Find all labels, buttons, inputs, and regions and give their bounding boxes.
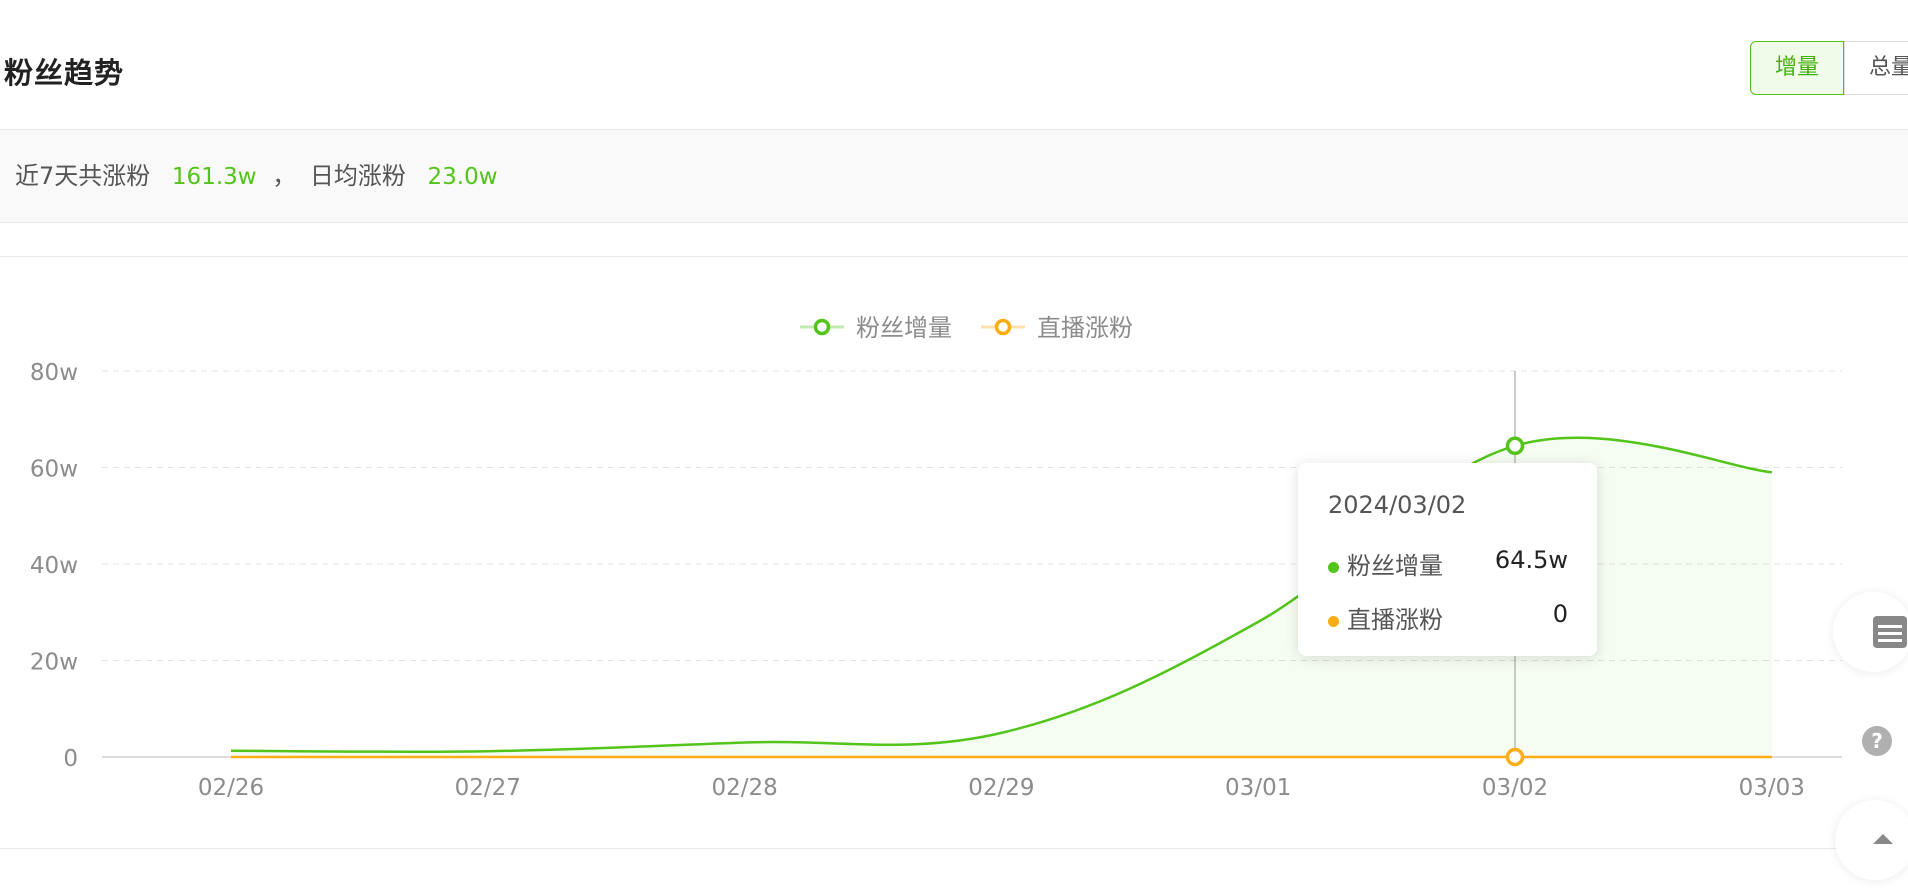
tooltip-live-value: 0 <box>1552 600 1568 628</box>
tooltip-row-fans: 粉丝增量 64.5w <box>1328 546 1568 581</box>
x-tick-label: 03/02 <box>1482 775 1548 801</box>
data-point <box>1505 436 1525 456</box>
data-table-button[interactable] <box>1833 592 1908 672</box>
legend-label-1: 直播涨粉 <box>1037 314 1133 342</box>
svg-text:?: ? <box>1871 729 1883 753</box>
y-tick-label: 20w <box>30 650 78 676</box>
tooltip-live-label: 直播涨粉 <box>1347 606 1443 634</box>
x-tick-label: 02/26 <box>198 775 264 801</box>
help-icon: ? <box>1862 726 1892 756</box>
bottom-divider <box>0 848 1908 849</box>
tooltip-fans-value: 64.5w <box>1494 546 1568 574</box>
tooltip-fans-dot <box>1328 561 1339 573</box>
legend-label-0: 粉丝增量 <box>856 314 952 342</box>
tooltip-live-dot <box>1328 615 1339 627</box>
x-tick-label: 03/01 <box>1225 775 1291 801</box>
y-tick-label: 0 <box>63 746 78 772</box>
tooltip-fans-label: 粉丝增量 <box>1347 552 1443 580</box>
x-tick-label: 02/28 <box>711 775 777 801</box>
y-tick-label: 80w <box>30 360 78 386</box>
back-to-top-button[interactable] <box>1835 800 1908 880</box>
y-tick-label: 60w <box>30 457 78 483</box>
x-tick-label: 03/03 <box>1739 775 1805 801</box>
x-tick-label: 02/27 <box>455 775 521 801</box>
y-tick-label: 40w <box>30 553 78 579</box>
arrow-up-icon <box>1873 834 1893 844</box>
fans-trend-chart: 0 20w 40w 60w 80w 02/26 02/27 02/28 02/29 03/01 03… <box>30 314 1842 801</box>
x-tick-label: 02/29 <box>968 775 1034 801</box>
chart-tooltip: 2024/03/02 粉丝增量 64.5w 直播涨粉 0 <box>1298 463 1597 656</box>
table-icon <box>1873 616 1907 648</box>
data-point <box>1505 747 1525 767</box>
legend-marker-1 <box>994 318 1012 336</box>
help-button[interactable]: ? <box>1860 724 1894 762</box>
tooltip-row-live: 直播涨粉 0 <box>1328 600 1568 635</box>
legend-marker-0 <box>813 318 831 336</box>
tooltip-date: 2024/03/02 <box>1328 491 1467 519</box>
